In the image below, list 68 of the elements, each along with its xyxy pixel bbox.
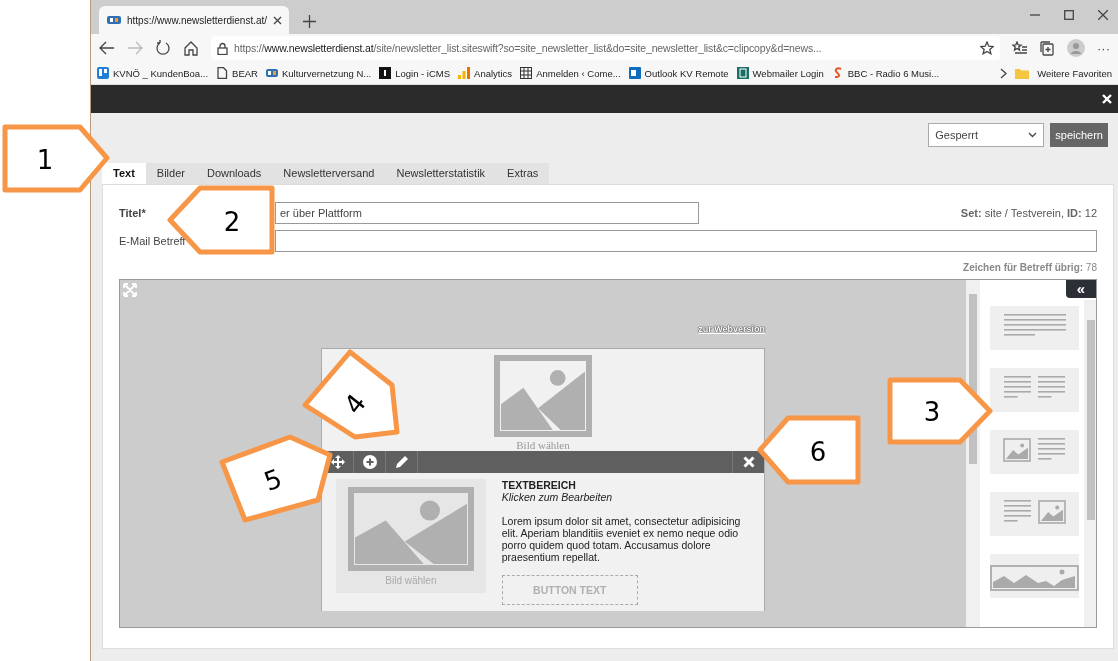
back-icon[interactable] xyxy=(99,40,115,57)
bookmark-icon xyxy=(520,67,533,80)
favorites-icon[interactable] xyxy=(1012,41,1028,56)
chevron-down-icon xyxy=(1028,132,1038,138)
bookmark-link[interactable]: Login - iCMS xyxy=(395,67,451,79)
add-icon[interactable] xyxy=(362,455,377,469)
scrollbar[interactable] xyxy=(1084,300,1096,627)
bookmark-link[interactable]: Webmailer Login xyxy=(752,67,824,79)
site-icon xyxy=(107,15,121,26)
close-icon[interactable] xyxy=(1098,10,1108,21)
bookmark-icon xyxy=(216,67,229,80)
pencil-icon[interactable] xyxy=(394,455,409,469)
bookmark-icon xyxy=(628,67,641,80)
image-caption: Bild wählen xyxy=(516,439,570,451)
refresh-icon[interactable] xyxy=(155,40,171,57)
tab[interactable]: Extras xyxy=(496,163,550,184)
image-placeholder-icon xyxy=(347,487,474,571)
profile-icon[interactable] xyxy=(1067,39,1085,58)
callout: 1 xyxy=(2,124,110,193)
more-menu[interactable]: ··· xyxy=(1097,40,1110,56)
star-icon[interactable] xyxy=(980,41,994,56)
bookmark-link[interactable]: Analytics xyxy=(474,67,513,79)
status-dropdown[interactable]: Gesperrt xyxy=(928,123,1045,147)
tab[interactable]: Bilder xyxy=(145,163,196,184)
bookmark-link[interactable]: Kulturvernetzung N... xyxy=(281,67,372,79)
callout: 4 xyxy=(302,349,400,440)
browser-tab[interactable]: https://www.newsletterdienst.at/ xyxy=(99,6,289,35)
save-button[interactable]: speichern xyxy=(1050,123,1108,147)
move-icon[interactable] xyxy=(330,455,345,469)
char-counter: Zeichen für Betreff übrig: 78 xyxy=(963,262,1097,273)
input-field[interactable]: er über Plattform xyxy=(275,202,699,225)
bookmark-link[interactable]: KVNÖ _ KundenBoa... xyxy=(113,67,209,79)
input-field[interactable] xyxy=(275,230,1097,253)
tab-title: https://www.newsletterdienst.at/ xyxy=(127,14,268,26)
bookmark-link[interactable]: Outlook KV Remote xyxy=(644,67,729,79)
home-icon[interactable] xyxy=(183,40,199,57)
callout: 5 xyxy=(219,434,333,523)
image-placeholder-icon xyxy=(494,355,592,437)
body-text: Lorem ipsum dolor sit amet, consectetur adipisicing elit. Aperiam blanditiis eveniet ex nemo neque odio porro quidem quod totam. Accusamus dolore praesentium repellat. xyxy=(501,515,742,564)
bookmark-link[interactable]: Anmelden ‹ Come... xyxy=(536,67,621,79)
folder-icon xyxy=(1015,67,1030,79)
maximize-icon[interactable] xyxy=(1064,10,1074,21)
address-bar[interactable]: https://www.newsletterdienst.at/site/newsletter_list.siteswift?so=site_newsletter_list&do=site_newsletter_list&c=clipcopy&d=news... xyxy=(211,36,1000,61)
chevron-right-icon[interactable] xyxy=(1000,67,1008,79)
lock-icon xyxy=(217,41,228,55)
url-text: https://www.newsletterdienst.at/site/newsletter_list.siteswift?so=site_newsletter_list&do=site_newsletter_list&c=clipcopy&d=news... xyxy=(234,42,823,55)
collapse-toggle[interactable]: « xyxy=(1066,280,1096,298)
bookmark-icon xyxy=(458,67,471,80)
new-tab-icon[interactable] xyxy=(303,15,316,29)
set-info: Set: site / Testverein, ID: 12 xyxy=(960,207,1097,220)
block-hint: Klicken zum Bearbeiten xyxy=(501,491,614,503)
tab[interactable]: Downloads xyxy=(195,163,273,184)
field-label: E-Mail Betreff xyxy=(119,235,187,248)
close-icon[interactable] xyxy=(273,15,283,25)
bookmark-link[interactable]: BEAR xyxy=(232,67,258,79)
tab[interactable]: Newsletterstatistik xyxy=(385,163,497,184)
bookmark-icon xyxy=(379,67,392,80)
bookmark-icon xyxy=(265,67,278,80)
bookmark-link[interactable]: BBC - Radio 6 Musi... xyxy=(847,67,940,79)
bookmark-icon xyxy=(736,67,749,80)
image-caption: Bild wählen xyxy=(385,575,437,586)
block-heading: TEXTBEREICH xyxy=(501,479,577,491)
tab[interactable]: Newsletterversand xyxy=(272,163,386,184)
field-label: Titel* xyxy=(119,207,147,220)
tab[interactable]: Text xyxy=(102,163,146,184)
bookmark-folder[interactable]: Weitere Favoriten xyxy=(1037,67,1112,79)
collections-icon[interactable] xyxy=(1040,40,1055,56)
bookmark-icon xyxy=(97,67,109,80)
